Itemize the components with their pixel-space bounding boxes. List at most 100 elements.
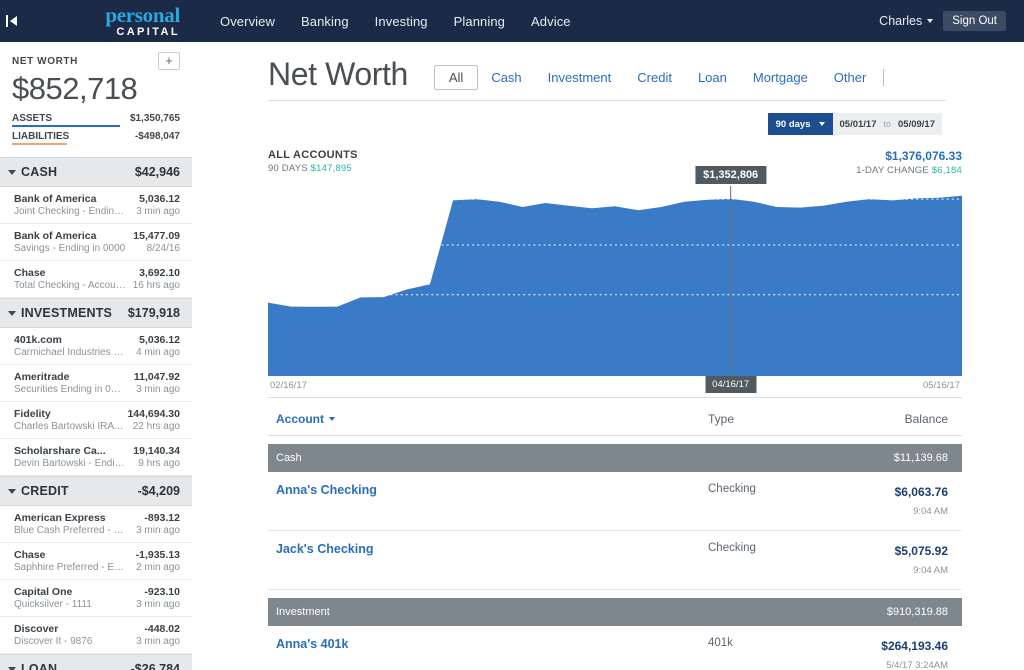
- sidebar-account-meta: Carmichael Industries Reti...4 min ago: [14, 346, 180, 358]
- sidebar-account-item[interactable]: Ameritrade11,047.92Securities Ending in …: [0, 365, 192, 402]
- assets-row[interactable]: ASSETS $1,350,765: [12, 113, 180, 127]
- tab-mortgage[interactable]: Mortgage: [740, 65, 821, 90]
- add-account-button[interactable]: +: [158, 52, 180, 70]
- sidebar-account-subtitle: Charles Bartowski IRA - 12...: [14, 421, 126, 432]
- table-row-account-name[interactable]: Anna's 401k: [276, 637, 708, 651]
- table-group-total: $910,319.88: [887, 606, 948, 618]
- sidebar-group-loan[interactable]: LOAN-$26,784: [0, 654, 192, 670]
- chart-plot-area[interactable]: $1,352,806: [268, 186, 962, 376]
- sidebar-account-name: Fidelity: [14, 408, 51, 420]
- net-worth-summary: NET WORTH + $852,718 ASSETS $1,350,765 L…: [0, 42, 192, 157]
- sidebar-group-name: LOAN: [21, 662, 57, 670]
- table-row-balance-cell: $5,075.929:04 AM: [838, 542, 948, 578]
- table-row-account-name[interactable]: Jack's Checking: [276, 542, 708, 556]
- date-range-start-input[interactable]: 05/01/17: [833, 113, 884, 135]
- column-header-account[interactable]: Account: [276, 412, 708, 426]
- chart-period-label: 90 DAYS: [268, 163, 308, 174]
- sidebar-account-item[interactable]: 401k.com5,036.12Carmichael Industries Re…: [0, 328, 192, 365]
- sidebar-account-item[interactable]: Chase 3,692.10Total Checking - Account...…: [0, 261, 192, 298]
- caret-down-icon: [8, 489, 16, 494]
- sidebar-account-balance: 3,692.10: [139, 267, 180, 279]
- sidebar-account-balance: 5,036.12: [139, 193, 180, 205]
- assets-amount: $1,350,765: [130, 113, 180, 124]
- brand-logo-primary: personal: [105, 5, 180, 26]
- chart-day-change-label: 1-DAY CHANGE: [856, 165, 929, 176]
- sidebar-account-item[interactable]: Discover-448.02Discover It - 98763 min a…: [0, 617, 192, 654]
- tab-credit[interactable]: Credit: [624, 65, 685, 90]
- sidebar-account-main: Chase 3,692.10: [14, 267, 180, 279]
- date-range-row: 90 days 05/01/17 to 05/09/17: [192, 113, 942, 135]
- table-row[interactable]: Anna's 401k401k$264,193.465/4/17 3:24AM: [268, 626, 962, 670]
- sidebar-account-name: Discover: [14, 623, 58, 635]
- sidebar-group-investments[interactable]: INVESTMENTS$179,918: [0, 298, 192, 328]
- date-range-preset-select[interactable]: 90 days: [768, 113, 833, 135]
- sidebar-account-updated: 9 hrs ago: [138, 458, 180, 469]
- sidebar-account-subtitle: Saphhire Preferred - En...: [14, 562, 126, 573]
- sidebar-account-item[interactable]: Bank of America5,036.12Joint Checking - …: [0, 187, 192, 224]
- date-range-end-input[interactable]: 05/09/17: [891, 113, 942, 135]
- table-row-updated: 9:04 AM: [913, 506, 948, 517]
- collapse-sidebar-icon[interactable]: [6, 14, 24, 28]
- sidebar-group-amount: -$4,209: [138, 484, 180, 498]
- accounts-table-body: Cash$11,139.68Anna's CheckingChecking$6,…: [268, 444, 962, 670]
- table-group-name: Investment: [276, 606, 887, 618]
- chart-x-end-label: 05/16/17: [923, 380, 960, 391]
- chart-day-change-summary: 1-DAY CHANGE $6,184: [856, 165, 962, 176]
- net-worth-area-chart: [268, 186, 962, 376]
- app-root: personal CAPITAL NET WORTH + $852,718 AS…: [0, 0, 1024, 670]
- nav-item-investing[interactable]: Investing: [375, 14, 428, 29]
- sidebar-account-item[interactable]: American Express-893.12Blue Cash Preferr…: [0, 506, 192, 543]
- sign-out-button[interactable]: Sign Out: [943, 11, 1006, 31]
- sidebar-account-meta: Discover It - 98763 min ago: [14, 635, 180, 647]
- sidebar-account-item[interactable]: Fidelity 144,694.30Charles Bartowski IRA …: [0, 402, 192, 439]
- sidebar-account-item[interactable]: Bank of America15,477.09Savings - Ending…: [0, 224, 192, 261]
- sidebar-account-name: Scholarshare Ca...: [14, 445, 106, 457]
- sidebar-group-name: INVESTMENTS: [21, 306, 112, 320]
- date-range-control: 90 days 05/01/17 to 05/09/17: [768, 113, 942, 135]
- sidebar-account-item[interactable]: Capital One-923.10Quicksilver - 11113 mi…: [0, 580, 192, 617]
- table-row-account-name[interactable]: Anna's Checking: [276, 483, 708, 497]
- tab-loan[interactable]: Loan: [685, 65, 740, 90]
- sidebar-account-item[interactable]: Scholarshare Ca...19,140.34Devin Bartows…: [0, 439, 192, 476]
- nav-item-advice[interactable]: Advice: [531, 14, 571, 29]
- chevron-down-icon: [819, 122, 825, 126]
- sidebar-account-balance: -923.10: [144, 586, 180, 598]
- table-row-balance: $5,075.92: [895, 544, 948, 558]
- user-menu[interactable]: Charles: [879, 14, 933, 28]
- column-header-balance: Balance: [838, 412, 948, 426]
- top-nav-items: Overview Banking Investing Planning Advice: [220, 14, 571, 29]
- sidebar-account-subtitle: Blue Cash Preferred - En...: [14, 525, 126, 536]
- nav-item-overview[interactable]: Overview: [220, 14, 275, 29]
- chart-header-left: ALL ACCOUNTS 90 DAYS $147,895: [268, 149, 358, 174]
- sidebar-group-left: CREDIT: [8, 484, 69, 498]
- tab-all[interactable]: All: [434, 65, 478, 90]
- tab-cash[interactable]: Cash: [478, 65, 534, 90]
- table-group-total: $11,139.68: [894, 452, 948, 464]
- sidebar-account-meta: Total Checking - Account...16 hrs ago: [14, 279, 180, 291]
- sidebar-account-main: 401k.com5,036.12: [14, 334, 180, 346]
- sidebar-account-balance: 144,694.30: [127, 408, 180, 420]
- caret-down-icon: [8, 311, 16, 316]
- sidebar-group-cash[interactable]: CASH$42,946: [0, 157, 192, 187]
- brand-logo[interactable]: personal CAPITAL: [105, 5, 184, 38]
- sidebar-account-updated: 16 hrs ago: [133, 280, 180, 291]
- tab-investment[interactable]: Investment: [535, 65, 625, 90]
- sidebar-account-item[interactable]: Chase-1,935.13Saphhire Preferred - En...…: [0, 543, 192, 580]
- chevron-down-icon: [927, 19, 933, 23]
- nav-item-planning[interactable]: Planning: [454, 14, 505, 29]
- sidebar-account-name: Chase: [14, 267, 46, 279]
- liabilities-row[interactable]: LIABILITIES -$498,047: [12, 131, 180, 145]
- caret-down-icon: [8, 170, 16, 175]
- sidebar-account-updated: 3 min ago: [136, 384, 180, 395]
- sidebar-group-amount: $42,946: [135, 165, 180, 179]
- table-row-type: 401k: [708, 637, 838, 649]
- table-row-type: Checking: [708, 542, 838, 554]
- tab-other[interactable]: Other: [821, 65, 880, 90]
- table-row[interactable]: Anna's CheckingChecking$6,063.769:04 AM: [268, 472, 962, 531]
- sidebar-group-credit[interactable]: CREDIT -$4,209: [0, 476, 192, 506]
- table-row[interactable]: Jack's CheckingChecking$5,075.929:04 AM: [268, 531, 962, 590]
- sidebar-account-balance: 5,036.12: [139, 334, 180, 346]
- nav-item-banking[interactable]: Banking: [301, 14, 349, 29]
- sidebar-account-subtitle: Discover It - 9876: [14, 636, 92, 647]
- sidebar-account-main: Capital One-923.10: [14, 586, 180, 598]
